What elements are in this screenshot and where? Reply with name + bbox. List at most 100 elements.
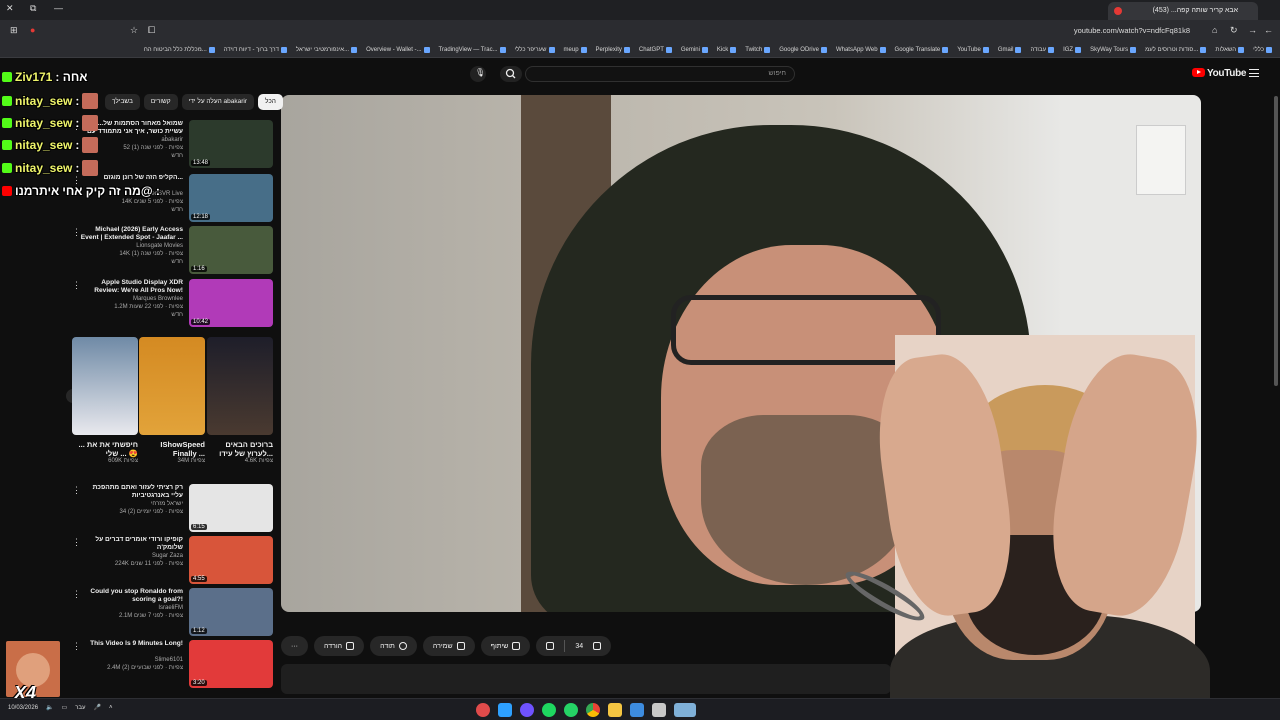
microphone-icon[interactable]: 🎤 [93, 704, 100, 711]
video-title[interactable]: רק רציתי לעזור ואתם מתהפכת עליי באנרגטיב… [79, 484, 183, 500]
bookmark-item[interactable]: IGZ [1063, 44, 1082, 56]
app-icon-telegram[interactable] [498, 703, 512, 717]
more-actions-button[interactable]: ··· [281, 636, 308, 656]
video-thumbnail[interactable]: 1:16 [189, 226, 273, 274]
home-icon[interactable]: ⌂ [1212, 25, 1217, 35]
tray-chevron-icon[interactable]: ˄ [109, 705, 113, 711]
bookmark-item[interactable]: Gmail [998, 44, 1022, 56]
back-icon[interactable]: ← [1264, 25, 1273, 35]
download-button[interactable]: הורדה [314, 636, 365, 656]
bookmark-item[interactable]: אינפורמטיבי ישראל... [296, 44, 358, 56]
bookmark-item[interactable]: Google Translate [895, 44, 949, 56]
app-icon-photos[interactable] [630, 703, 644, 717]
taskbar-language[interactable]: עבר [75, 705, 85, 711]
channel-name[interactable]: Slime6101 [79, 656, 183, 664]
chip-related[interactable]: קשורים [143, 94, 178, 110]
bookmark-item[interactable]: Gemini [681, 44, 708, 56]
chip-for-you[interactable]: בשבילך [105, 94, 140, 110]
bookmark-item[interactable]: Twitch [745, 44, 771, 56]
share-button[interactable]: שיתוף [480, 636, 531, 656]
bookmark-item[interactable]: סודות וטרוסים לעמ... [1145, 44, 1207, 56]
bookmark-star-icon[interactable]: ☆ [130, 25, 138, 36]
bookmark-item[interactable]: כללי [1253, 44, 1272, 56]
chip-uploaded-by[interactable]: העלה על ידי abakarir [181, 94, 255, 110]
chip-all[interactable]: הכל [258, 94, 283, 110]
bookmark-item[interactable]: Google ODrive [779, 44, 827, 56]
channel-name[interactable]: Marques Brownlee [79, 295, 183, 303]
video-title[interactable]: קופיקו ורודי אומרים דברים על שלומק'ה [79, 536, 183, 552]
kebab-menu-icon[interactable]: ⋮ [72, 590, 81, 599]
video-thumbnail[interactable]: 12:18 [189, 174, 273, 222]
bookmark-item[interactable]: שעריפר כללי [515, 44, 555, 56]
recommendation-item[interactable]: 1:12 Could you stop Ronaldo from scoring … [70, 588, 275, 636]
short-meta[interactable]: חיפשתי את את ... שלי ... 😍 609K צפיות [72, 440, 138, 464]
bookmark-item[interactable]: ChatGPT [639, 44, 672, 56]
bookmark-item[interactable]: דרך ברוך - דיווח דוידה [224, 44, 287, 56]
kebab-menu-icon[interactable]: ⋮ [72, 642, 81, 651]
kebab-menu-icon[interactable]: ⋮ [72, 538, 81, 547]
save-button[interactable]: שמירה [422, 636, 475, 656]
video-thumbnail[interactable]: 3:20 [189, 640, 273, 688]
short-thumbnail[interactable] [139, 337, 205, 435]
recommendation-item[interactable]: 3:20 This Video Is 9 Minutes Long! Slime61… [70, 640, 275, 688]
voice-search-button[interactable]: 🎙 [470, 66, 486, 82]
extensions-icon[interactable]: ⊞ [10, 25, 18, 36]
bookmark-item[interactable]: עבודה [1030, 44, 1055, 56]
bookmark-item[interactable]: השאלות [1215, 44, 1245, 56]
app-icon-spotify[interactable] [542, 703, 556, 717]
recommendation-item[interactable]: 4:55 קופיקו ורודי אומרים דברים על שלומק'ה… [70, 536, 275, 584]
menu-icon[interactable] [1249, 69, 1259, 77]
reload-icon[interactable]: ↻ [1230, 25, 1238, 36]
video-title[interactable]: This Video Is 9 Minutes Long! [79, 640, 183, 656]
minimize-icon[interactable]: — [54, 3, 63, 13]
video-thumbnail[interactable]: 1:12 [189, 588, 273, 636]
short-thumbnail[interactable] [207, 337, 273, 435]
recommendation-item[interactable]: 10:42 Apple Studio Display XDR Review: We… [70, 279, 275, 327]
record-icon[interactable]: ● [30, 25, 35, 35]
video-thumbnail[interactable]: 13:48 [189, 120, 273, 168]
kebab-menu-icon[interactable]: ⋮ [72, 486, 81, 495]
kebab-menu-icon[interactable]: ⋮ [72, 281, 81, 290]
recommendation-item[interactable]: 1:16 Michael (2026) Early Access Event | … [70, 226, 275, 274]
thanks-button[interactable]: תודה [370, 636, 417, 656]
short-thumbnail[interactable] [72, 337, 138, 435]
app-icon-chrome[interactable] [586, 703, 600, 717]
app-icon-screen[interactable] [674, 703, 696, 717]
bookmark-item[interactable]: Overview - Wallet -... [366, 44, 430, 56]
app-icon-notepad[interactable] [652, 703, 666, 717]
short-meta[interactable]: IShowSpeed Finally ... 34M צפיות [139, 440, 205, 464]
active-tab[interactable]: אבא קריר שותה קפה... (453) [1108, 2, 1258, 20]
bookmark-item[interactable]: YouTube [957, 44, 989, 56]
monitor-icon[interactable]: ▭ [62, 704, 68, 711]
recommendation-item[interactable]: 6:15 רק רציתי לעזור ואתם מתהפכת עליי באנר… [70, 484, 275, 532]
channel-name[interactable]: Lionsgate Movies [79, 242, 183, 250]
channel-name[interactable]: Sugar Zaza [79, 552, 183, 560]
short-meta[interactable]: ברוכים הבאים לערוץ של עידו... 4.6K צפיות [207, 440, 273, 464]
bookmark-item[interactable]: Perplexity [596, 44, 630, 56]
like-icon[interactable] [593, 642, 602, 650]
app-icon-folder[interactable] [608, 703, 622, 717]
video-title[interactable]: Apple Studio Display XDR Review: We're A… [79, 279, 183, 295]
video-thumbnail[interactable]: 4:55 [189, 536, 273, 584]
window-menu-icon[interactable]: ✕ [6, 3, 14, 14]
video-thumbnail[interactable]: 6:15 [189, 484, 273, 532]
youtube-logo[interactable]: YouTube [1192, 68, 1247, 79]
bookmark-item[interactable]: מכללת כלל הביטוח הח... [144, 44, 215, 56]
search-button[interactable] [500, 66, 522, 82]
forward-icon[interactable]: → [1248, 25, 1257, 35]
video-thumbnail[interactable]: 10:42 [189, 279, 273, 327]
video-title[interactable]: Michael (2026) Early Access Event | Exte… [79, 226, 183, 242]
recommendation-item[interactable]: 13:48 שמואל מאחור הסתמות של... עשיית כושר… [70, 120, 275, 168]
kebab-menu-icon[interactable]: ⋮ [72, 228, 81, 237]
channel-name[interactable]: ישראל מזרחי [79, 500, 183, 508]
cast-icon[interactable]: ⧠ [148, 25, 155, 36]
dislike-icon[interactable] [546, 642, 555, 650]
app-icon-whatsapp[interactable] [564, 703, 578, 717]
search-input[interactable]: חיפוש [525, 66, 795, 82]
bookmark-item[interactable]: meup [564, 44, 587, 56]
channel-name[interactable]: IsraeliFM [79, 604, 183, 612]
bookmark-item[interactable]: TradingView — Trac... [439, 44, 506, 56]
restore-icon[interactable]: ⧉ [30, 3, 36, 14]
app-icon-discord[interactable] [520, 703, 534, 717]
bookmark-item[interactable]: Kick [717, 44, 737, 56]
